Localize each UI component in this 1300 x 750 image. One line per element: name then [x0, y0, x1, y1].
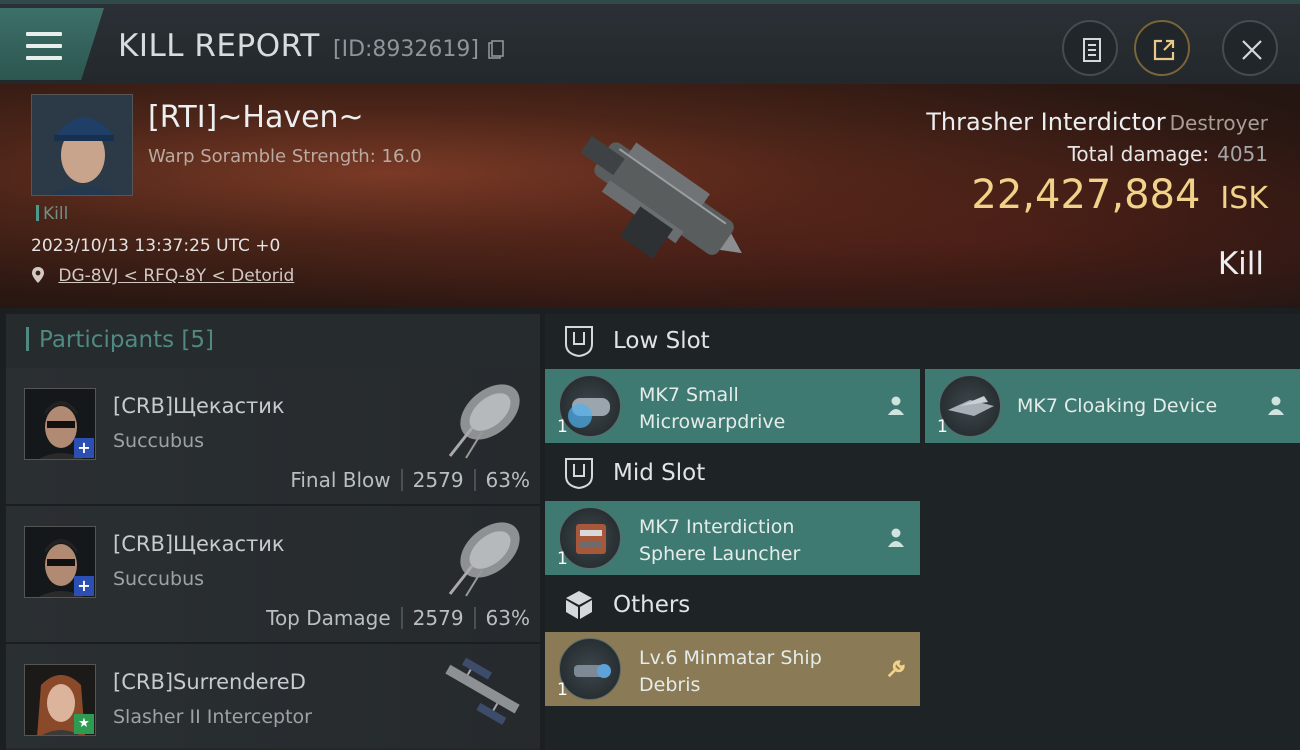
participant-name: [CRB]Щекастик: [113, 532, 285, 556]
participant-percent: 63%: [485, 606, 530, 630]
victim-name: [RTI]~Haven~: [148, 100, 364, 135]
participants-panel: Participants [5] + [CRB]Щекастик Succubu…: [6, 314, 540, 750]
star-badge-icon: ★: [74, 714, 94, 734]
top-damage-tag: Top Damage: [266, 606, 391, 630]
plus-badge-icon: +: [74, 576, 94, 596]
cloaking-device-icon: [939, 375, 1001, 437]
isk-unit: ISK: [1220, 181, 1268, 216]
participants-count: [5]: [181, 327, 215, 353]
participant-row[interactable]: ★ [CRB]SurrendereD Slasher II Intercepto…: [6, 644, 540, 748]
participant-stats: Final Blow 2579 63%: [290, 468, 530, 492]
participant-ship: Succubus: [113, 568, 205, 590]
close-button[interactable]: [1222, 20, 1278, 76]
victim-ship-name: Thrasher Interdictor Destroyer: [926, 108, 1268, 136]
participant-avatar: +: [24, 388, 96, 460]
hamburger-icon: [26, 32, 62, 60]
item-quantity: 1: [937, 417, 948, 437]
victim-ship-image: [580, 135, 742, 259]
launcher-icon: [559, 507, 621, 569]
mid-slot-label: Mid Slot: [613, 460, 706, 486]
report-id: [ID:8932619]: [333, 37, 479, 62]
plus-badge-icon: +: [74, 438, 94, 458]
participant-stats: Top Damage 2579 63%: [266, 606, 530, 630]
item-name: MK7 Small Microwarpdrive: [639, 384, 786, 433]
module-item[interactable]: 1 MK7 Interdiction Sphere Launcher: [545, 501, 920, 575]
participant-damage: 2579: [412, 606, 464, 630]
location[interactable]: DG-8VJ < RFQ-8Y < Detorid: [31, 266, 294, 286]
participant-ship: Slasher II Interceptor: [113, 706, 312, 728]
ship-class: Destroyer: [1169, 111, 1268, 135]
low-slot-label: Low Slot: [613, 328, 710, 354]
debris-item[interactable]: 1 Lv.6 Minmatar Ship Debris: [545, 632, 920, 706]
location-pin-icon: [32, 267, 44, 283]
kill-timestamp: 2023/10/13 13:37:25 UTC +0: [31, 236, 281, 256]
participant-row[interactable]: + [CRB]Щекастик Succubus Final Blow 2579 6…: [6, 368, 540, 506]
kill-tag: Kill: [36, 204, 68, 224]
clipboard-button[interactable]: [1062, 20, 1118, 76]
module-item[interactable]: 1 MK7 Small Microwarpdrive: [545, 369, 920, 443]
person-icon[interactable]: [886, 395, 906, 417]
share-button[interactable]: [1134, 20, 1190, 76]
participant-ship-icon: [448, 522, 520, 597]
person-icon[interactable]: [1266, 395, 1286, 417]
item-name: MK7 Cloaking Device: [1017, 395, 1218, 417]
participants-label: Participants [5]: [26, 327, 214, 353]
wrench-icon[interactable]: [886, 658, 906, 680]
participant-name: [CRB]SurrendereD: [113, 670, 306, 694]
participant-name: [CRB]Щекастик: [113, 394, 285, 418]
cube-icon: [566, 591, 592, 619]
participant-ship: Succubus: [113, 430, 205, 452]
final-blow-tag: Final Blow: [290, 468, 391, 492]
item-quantity: 1: [557, 680, 568, 700]
debris-icon: [559, 638, 621, 700]
participant-percent: 63%: [485, 468, 530, 492]
module-item[interactable]: 1 MK7 Cloaking Device: [925, 369, 1300, 443]
share-icon: [1153, 39, 1175, 61]
fitting-panel: Low Slot 1 MK7 Small Microwarpdrive 1 MK7…: [545, 314, 1300, 750]
others-label: Others: [613, 592, 691, 618]
person-icon[interactable]: [886, 527, 906, 549]
participant-row[interactable]: + [CRB]Щекастик Succubus Top Damage 2579 6…: [6, 506, 540, 644]
participant-ship-icon: [445, 657, 520, 725]
participant-avatar: +: [24, 526, 96, 598]
mid-slot-icon: [565, 458, 593, 490]
low-slot-icon: [565, 326, 593, 358]
total-damage: Total damage: 4051: [1068, 142, 1268, 166]
top-bar: KILL REPORT [ID:8932619]: [0, 0, 1300, 84]
participants-header: Participants [5]: [6, 314, 540, 368]
item-name: Lv.6 Minmatar Ship Debris: [639, 647, 822, 696]
item-quantity: 1: [557, 549, 568, 569]
warp-scramble-strength: Warp Soramble Strength: 16.0: [148, 146, 422, 167]
others-header: Others: [545, 578, 1300, 634]
low-slot-header: Low Slot: [545, 314, 1300, 370]
kill-result: Kill: [1217, 246, 1264, 282]
participant-avatar: ★: [24, 664, 96, 736]
location-link[interactable]: DG-8VJ < RFQ-8Y < Detorid: [58, 266, 294, 286]
mid-slot-header: Mid Slot: [545, 446, 1300, 502]
item-quantity: 1: [557, 417, 568, 437]
participant-ship-icon: [448, 384, 520, 459]
ship-type: Thrasher Interdictor: [926, 108, 1166, 136]
page-title: KILL REPORT: [118, 28, 320, 64]
total-damage-label: Total damage:: [1067, 142, 1210, 166]
isk-value: 22,427,884 ISK: [971, 172, 1268, 218]
menu-button[interactable]: [0, 8, 104, 80]
isk-amount: 22,427,884: [971, 172, 1201, 218]
clipboard-icon: [1083, 38, 1101, 62]
microwarpdrive-icon: [559, 375, 621, 437]
copy-icon[interactable]: [488, 40, 504, 60]
item-name: MK7 Interdiction Sphere Launcher: [639, 516, 801, 565]
participant-damage: 2579: [412, 468, 464, 492]
kill-banner: [RTI]~Haven~ Warp Soramble Strength: 16.…: [0, 84, 1300, 308]
victim-avatar[interactable]: [31, 94, 133, 196]
total-damage-value: 4051: [1217, 142, 1268, 166]
close-icon: [1242, 40, 1262, 60]
